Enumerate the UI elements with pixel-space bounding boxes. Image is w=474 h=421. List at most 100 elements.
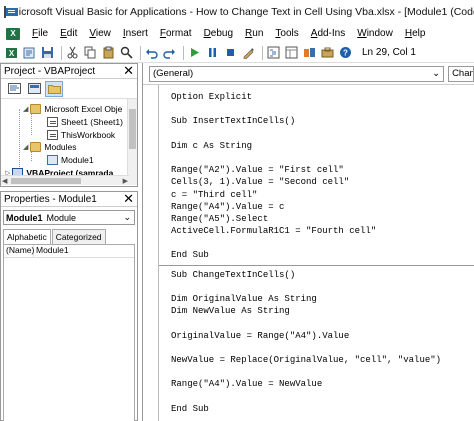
design-mode-icon[interactable] <box>241 45 256 60</box>
code-line[interactable]: Cells(3, 1).Value = "Second cell" <box>171 176 474 188</box>
tree-item-module1[interactable]: Module1 <box>47 154 94 166</box>
excel-icon[interactable]: X <box>6 27 20 40</box>
code-line[interactable]: c = "Third cell" <box>171 189 474 201</box>
paste-icon[interactable] <box>101 45 116 60</box>
code-line[interactable]: OriginalValue = Range("A4").Value <box>171 330 474 342</box>
tree-vertical-scrollbar[interactable] <box>127 99 137 185</box>
project-explorer-icon[interactable] <box>266 45 281 60</box>
collapse-icon[interactable]: ◢ <box>23 143 28 151</box>
procedure-combo-value: Chang <box>452 68 473 79</box>
menu-window[interactable]: Window <box>351 24 399 43</box>
menu-view[interactable]: View <box>83 24 117 43</box>
tree-item-modules[interactable]: ◢ Modules <box>23 141 77 153</box>
run-icon[interactable] <box>187 45 202 60</box>
close-icon[interactable]: ✕ <box>123 192 134 205</box>
code-line[interactable]: Range("A4").Value = c <box>171 201 474 213</box>
code-line[interactable]: Option Explicit <box>171 91 474 103</box>
code-line[interactable]: Sub InsertTextInCells() <box>171 115 474 127</box>
undo-icon[interactable] <box>144 45 159 60</box>
code-line[interactable] <box>171 281 474 293</box>
folder-icon <box>30 142 42 152</box>
code-line[interactable]: Dim c As String <box>171 140 474 152</box>
menu-edit[interactable]: Edit <box>54 24 83 43</box>
collapse-icon[interactable]: ◢ <box>23 105 28 113</box>
reset-icon[interactable] <box>223 45 238 60</box>
copy-icon[interactable] <box>83 45 98 60</box>
tree-item-label: Microsoft Excel Obje <box>44 104 123 114</box>
tab-alphabetic[interactable]: Alphabetic <box>3 229 51 244</box>
code-editor[interactable]: Option Explicit Sub InsertTextInCells() Di… <box>143 85 474 421</box>
margin-indicator-bar[interactable] <box>143 85 159 421</box>
menu-insert[interactable]: Insert <box>117 24 154 43</box>
redo-icon[interactable] <box>162 45 177 60</box>
code-line[interactable]: End Sub <box>171 249 474 261</box>
toolbar-divider <box>61 45 62 60</box>
object-select[interactable]: Module1 Module ⌄ <box>3 210 135 225</box>
close-icon[interactable]: ✕ <box>123 64 134 77</box>
help-icon[interactable]: ? <box>338 45 353 60</box>
standard-toolbar: X ? Ln 29, Col 1 <box>0 43 474 63</box>
code-line[interactable]: Range("A4").Value = NewValue <box>171 378 474 390</box>
tree-item-label: Modules <box>44 142 77 152</box>
properties-window-icon[interactable] <box>284 45 299 60</box>
code-line[interactable] <box>171 237 474 249</box>
break-icon[interactable] <box>205 45 220 60</box>
code-line[interactable]: Range("A5").Select <box>171 213 474 225</box>
tree-item-excel-objects[interactable]: ◢ Microsoft Excel Obje <box>23 103 122 115</box>
project-explorer-header: Project - VBAProject ✕ <box>1 64 137 79</box>
tree-horizontal-scrollbar[interactable]: ◀ ▶ <box>1 175 129 185</box>
property-value[interactable]: Module1 <box>34 245 69 257</box>
code-text[interactable]: Option Explicit Sub InsertTextInCells() Di… <box>171 85 474 421</box>
property-row[interactable]: (Name) Module1 <box>4 245 134 258</box>
menu-debug[interactable]: Debug <box>198 24 239 43</box>
properties-tabs: Alphabetic Categorized <box>1 228 137 244</box>
title-bar: Microsoft Visual Basic for Applications … <box>0 0 474 24</box>
menu-add-ins[interactable]: Add-Ins <box>305 24 351 43</box>
code-line[interactable]: Sub ChangeTextInCells() <box>171 269 474 281</box>
procedure-combo[interactable]: Chang <box>448 65 474 82</box>
save-icon[interactable] <box>40 45 55 60</box>
insert-module-icon[interactable] <box>22 45 37 60</box>
code-line[interactable] <box>171 128 474 140</box>
view-code-icon[interactable] <box>5 81 23 97</box>
tab-categorized[interactable]: Categorized <box>51 229 106 244</box>
toggle-folders-icon[interactable] <box>45 80 63 97</box>
view-excel-icon[interactable]: X <box>4 45 19 60</box>
menu-run[interactable]: Run <box>239 24 269 43</box>
code-line[interactable]: Dim OriginalValue As String <box>171 293 474 305</box>
toolbox-icon[interactable] <box>320 45 335 60</box>
find-icon[interactable] <box>119 45 134 60</box>
properties-header: Properties - Module1 ✕ <box>1 192 137 207</box>
code-line[interactable]: End Sub <box>171 403 474 415</box>
code-line[interactable] <box>171 152 474 164</box>
code-line[interactable] <box>171 103 474 115</box>
code-line[interactable] <box>171 342 474 354</box>
workbook-icon <box>47 130 58 140</box>
menu-help[interactable]: Help <box>399 24 432 43</box>
tree-item-thisworkbook[interactable]: ThisWorkbook <box>47 129 115 141</box>
code-line[interactable] <box>171 391 474 403</box>
svg-text:X: X <box>9 49 15 58</box>
scroll-right-icon[interactable]: ▶ <box>123 177 128 185</box>
scroll-left-icon[interactable]: ◀ <box>2 177 7 185</box>
project-tree: ◢ Microsoft Excel Obje Sheet1 (Sheet1) T… <box>1 99 137 185</box>
object-browser-icon[interactable] <box>302 45 317 60</box>
code-line[interactable] <box>171 366 474 378</box>
code-line[interactable]: Range("A2").Value = "First cell" <box>171 164 474 176</box>
toolbar-divider <box>262 45 263 60</box>
code-line[interactable]: ActiveCell.FormulaR1C1 = "Fourth cell" <box>171 225 474 237</box>
cursor-position: Ln 29, Col 1 <box>362 47 416 58</box>
code-window: (General) ⌄ Chang Option Explicit Sub Ins… <box>142 63 474 421</box>
object-combo[interactable]: (General) ⌄ <box>149 65 445 82</box>
procedure-separator <box>159 264 474 266</box>
code-line[interactable] <box>171 317 474 329</box>
cut-icon[interactable] <box>65 45 80 60</box>
tree-item-sheet1[interactable]: Sheet1 (Sheet1) <box>47 116 123 128</box>
view-object-icon[interactable] <box>25 81 43 97</box>
menu-file[interactable]: File <box>26 24 54 43</box>
worksheet-icon <box>47 117 58 127</box>
menu-tools[interactable]: Tools <box>269 24 304 43</box>
code-line[interactable]: NewValue = Replace(OriginalValue, "cell"… <box>171 354 474 366</box>
menu-format[interactable]: Format <box>154 24 198 43</box>
code-line[interactable]: Dim NewValue As String <box>171 305 474 317</box>
